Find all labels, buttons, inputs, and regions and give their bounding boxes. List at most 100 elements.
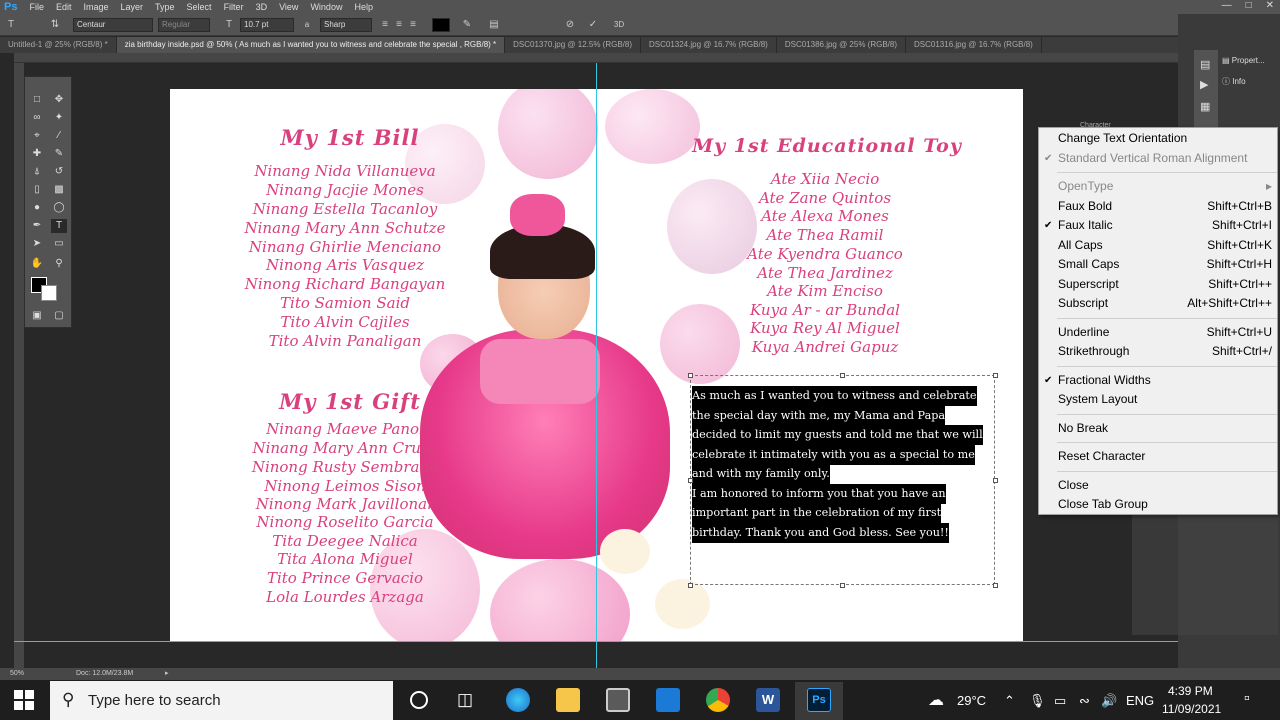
brush-tool-icon[interactable]: ✎ [51,147,67,161]
transform-handle[interactable] [993,583,998,588]
message-line[interactable]: celebrate it intimately with you as a sp… [692,445,975,465]
file-explorer-icon[interactable] [556,688,580,712]
maximize-icon[interactable]: □ [1246,0,1252,11]
store-icon[interactable] [606,688,630,712]
menu-item-change-text-orientation[interactable]: Change Text Orientation [1039,129,1277,148]
menu-type[interactable]: Type [155,2,175,12]
info-panel-tab[interactable]: ⓘ Info [1222,76,1280,90]
history-brush-icon[interactable]: ↺ [51,165,67,179]
menu-item-strikethrough[interactable]: Strikethrough Shift+Ctrl+/ [1039,342,1277,361]
menu-item-superscript[interactable]: Superscript Shift+Ctrl++ [1039,275,1277,294]
show-hidden-icons-icon[interactable]: ⌃ [1004,693,1015,709]
move-tool-icon[interactable]: ✥ [51,93,67,107]
dodge-tool-icon[interactable]: ◯ [51,201,67,215]
menu-item-close[interactable]: Close [1039,476,1277,495]
message-line[interactable]: As much as I wanted you to witness and c… [692,386,977,406]
pen-tool-icon[interactable]: ✒ [29,219,45,233]
menu-item-underline[interactable]: Underline Shift+Ctrl+U [1039,323,1277,342]
blur-tool-icon[interactable]: ● [29,201,45,215]
tab-dsc01386[interactable]: DSC01386.jpg @ 25% (RGB/8) [777,37,906,53]
healing-brush-icon[interactable]: ✚ [29,147,45,161]
transform-handle[interactable] [840,373,845,378]
photoshop-icon[interactable]: Ps [807,688,831,712]
swatches-icon[interactable]: ▦ [1200,100,1210,113]
minimize-icon[interactable]: — [1222,0,1232,11]
tab-dsc01316[interactable]: DSC01316.jpg @ 16.7% (RGB/8) [906,37,1042,53]
horizontal-guide[interactable] [14,641,1178,642]
clock-date[interactable]: 11/09/2021 [1162,702,1221,716]
type-tool-icon[interactable]: T [4,18,18,32]
horizontal-ruler[interactable] [14,53,1178,63]
input-language[interactable]: ENG [1126,693,1154,708]
clone-stamp-icon[interactable]: ⍋ [29,165,45,179]
close-icon[interactable]: ✕ [1266,0,1274,11]
transform-handle[interactable] [993,373,998,378]
tab-untitled-1[interactable]: Untitled-1 @ 25% (RGB/8) * [0,37,117,53]
menu-view[interactable]: View [279,2,298,12]
3d-icon[interactable]: 3D [612,18,626,32]
message-line[interactable]: decided to limit my guests and told me t… [692,425,983,445]
word-icon[interactable]: W [756,688,780,712]
tab-dsc01370[interactable]: DSC01370.jpg @ 12.5% (RGB/8) [505,37,641,53]
menu-filter[interactable]: Filter [224,2,244,12]
align-right-icon[interactable]: ≡ [406,18,420,32]
screen-mode-icon[interactable]: ▢ [51,309,67,323]
menu-help[interactable]: Help [354,2,373,12]
history-icon[interactable]: ▤ [1200,58,1210,71]
shape-tool-icon[interactable]: ▭ [51,237,67,251]
menu-window[interactable]: Window [310,2,342,12]
menu-image[interactable]: Image [84,2,109,12]
windows-start-icon[interactable] [14,690,34,710]
lasso-tool-icon[interactable]: ∞ [29,111,45,125]
transform-handle[interactable] [993,478,998,483]
menu-item-system-layout[interactable]: System Layout [1039,390,1277,409]
commit-icon[interactable]: ✓ [586,18,600,32]
text-color-swatch[interactable] [432,18,450,32]
hand-tool-icon[interactable]: ✋ [29,257,45,271]
menu-select[interactable]: Select [187,2,212,12]
antialias-select[interactable]: Sharp [320,18,372,32]
magic-wand-icon[interactable]: ✦ [51,111,67,125]
font-size-select[interactable]: 10.7 pt [240,18,294,32]
actions-icon[interactable]: ▶ [1200,78,1208,91]
tab-zia-birthday[interactable]: zia birthday inside.psd @ 50% ( As much … [116,37,506,53]
menu-item-reset-character[interactable]: Reset Character [1039,447,1277,466]
background-color-swatch[interactable] [41,285,57,301]
transform-handle[interactable] [688,583,693,588]
cortana-icon[interactable] [410,691,428,709]
transform-handle[interactable] [688,373,693,378]
volume-icon[interactable]: 🔊 [1101,693,1117,709]
menu-item-subscript[interactable]: Subscript Alt+Shift+Ctrl++ [1039,294,1277,313]
chrome-icon[interactable] [706,688,730,712]
crop-tool-icon[interactable]: ⌖ [29,129,45,143]
panels-toggle-icon[interactable]: ▤ [487,18,501,32]
font-family-select[interactable]: Centaur [73,18,153,32]
notifications-icon[interactable]: ▫ [1244,690,1250,708]
mail-icon[interactable] [656,688,680,712]
taskbar-search-input[interactable]: Type here to search [50,681,393,720]
status-arrow-icon[interactable]: ▸ [165,669,169,677]
marquee-tool-icon[interactable]: □ [29,93,45,107]
quick-mask-icon[interactable]: ▣ [29,309,45,323]
align-left-icon[interactable]: ≡ [378,18,392,32]
eraser-icon[interactable]: ▯ [29,183,45,197]
align-center-icon[interactable]: ≡ [392,18,406,32]
eyedropper-icon[interactable]: ⁄ [51,129,67,143]
weather-temp[interactable]: 29°C [957,693,986,708]
message-line[interactable]: the special day with me, my Mama and Pap… [692,406,946,426]
menu-item-all-caps[interactable]: All Caps Shift+Ctrl+K [1039,236,1277,255]
cancel-icon[interactable]: ⊘ [563,18,577,32]
message-line[interactable]: important part in the celebration of my … [692,503,942,523]
transform-handle[interactable] [840,583,845,588]
menu-layer[interactable]: Layer [121,2,144,12]
orientation-toggle-icon[interactable]: ⇅ [48,18,62,32]
clock-time[interactable]: 4:39 PM [1168,684,1213,698]
task-view-icon[interactable]: ◫ [457,690,473,710]
edge-icon[interactable] [506,688,530,712]
menu-item-faux-italic[interactable]: ✔ Faux Italic Shift+Ctrl+I [1039,216,1277,235]
menu-item-small-caps[interactable]: Small Caps Shift+Ctrl+H [1039,255,1277,274]
message-line[interactable]: and with my family only. [692,464,830,484]
wifi-icon[interactable]: ∾ [1079,693,1090,709]
warp-text-icon[interactable]: ✎ [460,18,474,32]
menu-item-no-break[interactable]: No Break [1039,419,1277,438]
